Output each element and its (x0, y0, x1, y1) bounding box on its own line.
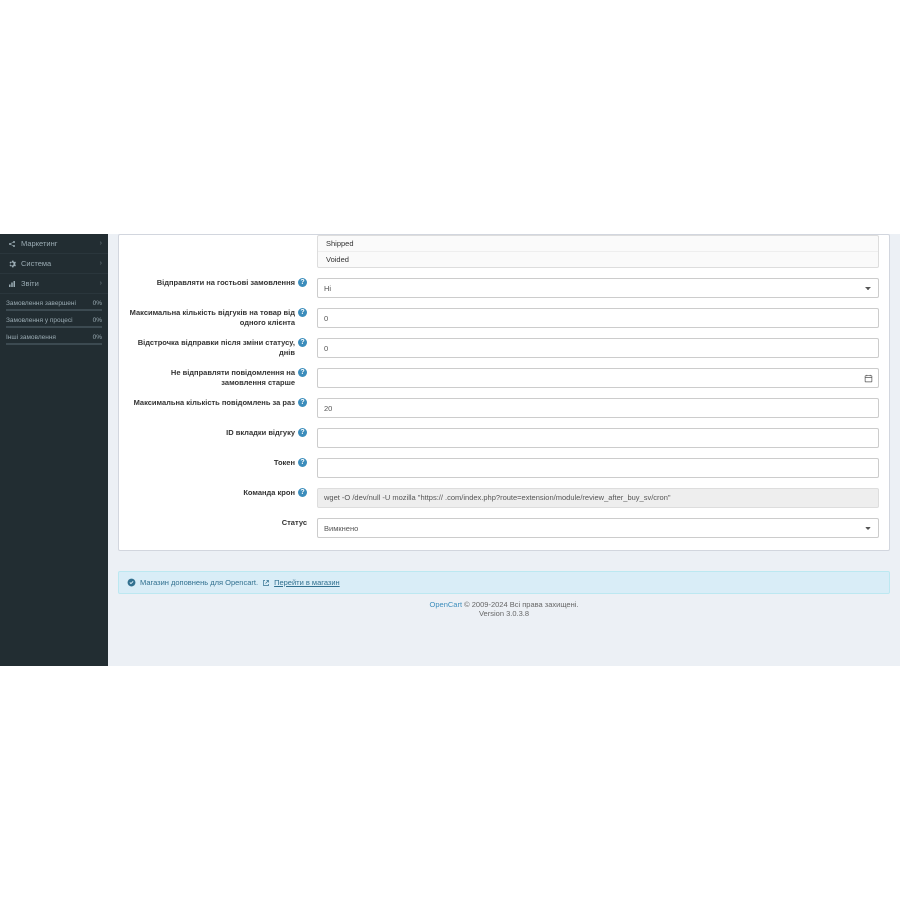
max-reviews-input[interactable] (317, 308, 879, 328)
stat-label: Замовлення завершені (6, 300, 76, 307)
chevron-right-icon: › (100, 240, 102, 247)
order-status-list[interactable]: Shipped Voided (317, 235, 879, 268)
help-icon[interactable]: ? (298, 488, 307, 497)
help-icon[interactable]: ? (298, 368, 307, 377)
sidebar-item-system[interactable]: Система › (0, 254, 108, 274)
check-circle-icon (127, 578, 136, 587)
guest-orders-select[interactable]: Ні (317, 278, 879, 298)
list-item[interactable]: Voided (318, 251, 878, 267)
sidebar-item-marketing[interactable]: Маркетинг › (0, 234, 108, 254)
calendar-button[interactable] (860, 368, 879, 388)
footer-rights: © 2009-2024 Всі права захищені. (462, 600, 578, 609)
chevron-right-icon: › (100, 280, 102, 287)
help-icon[interactable]: ? (298, 428, 307, 437)
sidebar: Маркетинг › Система › Звіти › Замовлення… (0, 234, 108, 666)
calendar-icon (864, 374, 873, 383)
help-icon[interactable]: ? (298, 398, 307, 407)
stat-row: Інші замовлення 0% (6, 334, 102, 345)
field-label: Відстрочка відправки після зміни статусу… (129, 338, 295, 358)
help-icon[interactable]: ? (298, 308, 307, 317)
stat-label: Замовлення у процесі (6, 317, 73, 324)
sidebar-item-label: Звіти (21, 279, 100, 288)
share-icon (8, 240, 16, 248)
field-label: Токен (274, 458, 295, 468)
alert-link[interactable]: Перейти в магазин (274, 578, 340, 587)
stat-value: 0% (93, 300, 102, 307)
footer-version: Version 3.0.3.8 (108, 609, 900, 618)
stat-row: Замовлення у процесі 0% (6, 317, 102, 328)
cron-command-display: wget -O /dev/null -U mozilla "https:// .… (317, 488, 879, 508)
field-label: Максимальна кількість відгуків на товар … (129, 308, 295, 328)
delay-input[interactable] (317, 338, 879, 358)
external-link-icon (262, 579, 270, 587)
field-label: Не відправляти повідомлення на замовленн… (129, 368, 295, 388)
stat-label: Інші замовлення (6, 334, 56, 341)
status-select[interactable]: Вимкнено (317, 518, 879, 538)
help-icon[interactable]: ? (298, 278, 307, 287)
stat-row: Замовлення завершені 0% (6, 300, 102, 311)
chevron-right-icon: › (100, 260, 102, 267)
field-label: ID вкладки відгуку (226, 428, 295, 438)
footer: OpenCart © 2009-2024 Всі права захищені.… (108, 594, 900, 628)
field-label: Статус (282, 518, 307, 528)
sidebar-item-label: Маркетинг (21, 239, 100, 248)
field-label: Команда крон (243, 488, 295, 498)
sidebar-stats: Замовлення завершені 0% Замовлення у проц… (0, 294, 108, 351)
field-label: Максимальна кількість повідомлень за раз (134, 398, 295, 408)
alert-text: Магазин доповнень для Opencart. (140, 578, 258, 587)
help-icon[interactable]: ? (298, 338, 307, 347)
token-input[interactable] (317, 458, 879, 478)
sidebar-item-reports[interactable]: Звіти › (0, 274, 108, 294)
max-messages-input[interactable] (317, 398, 879, 418)
stat-value: 0% (93, 334, 102, 341)
tab-id-input[interactable] (317, 428, 879, 448)
older-than-date-input[interactable] (317, 368, 860, 388)
bar-chart-icon (8, 280, 16, 288)
main-content: Shipped Voided Відправляти на гостьові з… (108, 234, 900, 666)
info-alert: Магазин доповнень для Opencart. Перейти … (118, 571, 890, 594)
gear-icon (8, 260, 16, 268)
list-item[interactable]: Shipped (318, 236, 878, 251)
settings-panel: Shipped Voided Відправляти на гостьові з… (118, 234, 890, 551)
footer-brand-link[interactable]: OpenCart (430, 600, 463, 609)
stat-value: 0% (93, 317, 102, 324)
help-icon[interactable]: ? (298, 458, 307, 467)
field-label: Відправляти на гостьові замовлення (157, 278, 295, 288)
sidebar-item-label: Система (21, 259, 100, 268)
